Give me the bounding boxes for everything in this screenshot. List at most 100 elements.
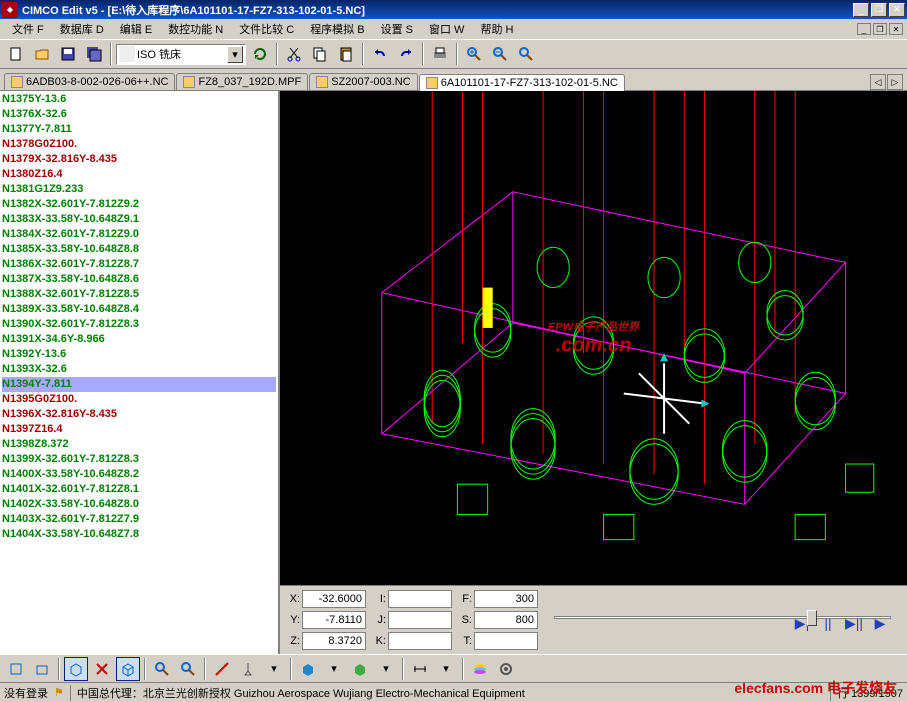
y-value[interactable] <box>302 611 366 629</box>
redo-button[interactable] <box>394 42 418 66</box>
t-value[interactable] <box>474 632 538 650</box>
view-wire-icon[interactable] <box>116 657 140 681</box>
code-line[interactable]: N1385X-33.58Y-10.648Z8.8 <box>2 242 276 257</box>
status-bar: 没有登录 ⚑ 中国总代理：北京兰光创新授权 Guizhou Aerospace … <box>0 682 907 702</box>
menu-database[interactable]: 数据库 D <box>52 19 112 39</box>
code-line[interactable]: N1379X-32.816Y-8.435 <box>2 152 276 167</box>
mdi-restore[interactable]: ❐ <box>873 23 887 35</box>
close-button[interactable]: ✕ <box>889 3 905 17</box>
z-value[interactable] <box>302 632 366 650</box>
simulation-pane: EPW电子产品世界 .com.cn X: Y: Z: I: J: K: F: S… <box>280 91 907 654</box>
menu-setup[interactable]: 设置 S <box>373 19 421 39</box>
measure-icon[interactable] <box>210 657 234 681</box>
s-value[interactable] <box>474 611 538 629</box>
code-line[interactable]: N1395G0Z100. <box>2 392 276 407</box>
mdi-close[interactable]: ✕ <box>889 23 903 35</box>
3d-viewport[interactable]: EPW电子产品世界 .com.cn <box>280 91 907 585</box>
code-line[interactable]: N1386X-32.601Y-7.812Z8.7 <box>2 257 276 272</box>
code-line[interactable]: N1387X-33.58Y-10.648Z8.6 <box>2 272 276 287</box>
menu-compare[interactable]: 文件比较 C <box>231 19 302 39</box>
menu-window[interactable]: 窗口 W <box>421 19 472 39</box>
j-value[interactable] <box>388 611 452 629</box>
f-value[interactable] <box>474 590 538 608</box>
zoom-in2-icon[interactable] <box>150 657 174 681</box>
refresh-button[interactable] <box>248 42 272 66</box>
code-line[interactable]: N1375Y-13.6 <box>2 92 276 107</box>
code-line[interactable]: N1377Y-7.811 <box>2 122 276 137</box>
code-line[interactable]: N1397Z16.4 <box>2 422 276 437</box>
i-value[interactable] <box>388 590 452 608</box>
file-tab-2[interactable]: SZ2007-003.NC <box>309 73 418 90</box>
menu-edit[interactable]: 编辑 E <box>112 19 160 39</box>
code-line[interactable]: N1384X-32.601Y-7.812Z9.0 <box>2 227 276 242</box>
tool-arrow-icon[interactable]: ▾ <box>262 657 286 681</box>
code-line[interactable]: N1396X-32.816Y-8.435 <box>2 407 276 422</box>
mdi-minimize[interactable]: _ <box>857 23 871 35</box>
chevron-down-icon[interactable]: ▾ <box>227 46 243 63</box>
open-button[interactable] <box>30 42 54 66</box>
code-line[interactable]: N1401X-32.601Y-7.812Z8.1 <box>2 482 276 497</box>
x-value[interactable] <box>302 590 366 608</box>
code-line[interactable]: N1382X-32.601Y-7.812Z9.2 <box>2 197 276 212</box>
undo-button[interactable] <box>368 42 392 66</box>
file-tab-3[interactable]: 6A101101-17-FZ7-313-102-01-5.NC <box>419 74 625 91</box>
code-line[interactable]: N1381G1Z9.233 <box>2 182 276 197</box>
tab-prev[interactable]: ◁ <box>870 74 886 90</box>
new-button[interactable] <box>4 42 28 66</box>
code-line[interactable]: N1378G0Z100. <box>2 137 276 152</box>
code-line[interactable]: N1399X-32.601Y-7.812Z8.3 <box>2 452 276 467</box>
view-top-icon[interactable] <box>4 657 28 681</box>
box-icon[interactable] <box>348 657 372 681</box>
code-line[interactable]: N1398Z8.372 <box>2 437 276 452</box>
code-line[interactable]: N1404X-33.58Y-10.648Z7.8 <box>2 527 276 542</box>
tool-icon[interactable] <box>236 657 260 681</box>
code-line[interactable]: N1390X-32.601Y-7.812Z8.3 <box>2 317 276 332</box>
code-line[interactable]: N1394Y-7.811 <box>2 377 276 392</box>
tab-next[interactable]: ▷ <box>887 74 903 90</box>
nc-code-editor[interactable]: N1375Y-13.6N1376X-32.6N1377Y-7.811N1378G… <box>0 91 278 654</box>
code-line[interactable]: N1400X-33.58Y-10.648Z8.2 <box>2 467 276 482</box>
cut-button[interactable] <box>282 42 306 66</box>
file-icon <box>316 76 328 88</box>
zoom-fit-icon[interactable] <box>514 42 538 66</box>
zoom-in-icon[interactable] <box>462 42 486 66</box>
code-line[interactable]: N1402X-33.58Y-10.648Z8.0 <box>2 497 276 512</box>
k-value[interactable] <box>388 632 452 650</box>
code-line[interactable]: N1389X-33.58Y-10.648Z8.4 <box>2 302 276 317</box>
file-tab-0[interactable]: 6ADB03-8-002-026-06++.NC <box>4 73 175 90</box>
zoom-out-icon[interactable] <box>488 42 512 66</box>
dim-arrow-icon[interactable]: ▾ <box>434 657 458 681</box>
layers-icon[interactable] <box>468 657 492 681</box>
code-line[interactable]: N1391X-34.6Y-8.966 <box>2 332 276 347</box>
paste-button[interactable] <box>334 42 358 66</box>
code-line[interactable]: N1388X-32.601Y-7.812Z8.5 <box>2 287 276 302</box>
code-line[interactable]: N1403X-32.601Y-7.812Z7.9 <box>2 512 276 527</box>
minimize-button[interactable]: _ <box>853 3 869 17</box>
file-tab-1[interactable]: FZ8_037_192D.MPF <box>176 73 308 90</box>
view-delete-icon[interactable] <box>90 657 114 681</box>
solid-arrow-icon[interactable]: ▾ <box>322 657 346 681</box>
saveall-button[interactable] <box>82 42 106 66</box>
view-iso-icon[interactable] <box>64 657 88 681</box>
code-line[interactable]: N1383X-33.58Y-10.648Z9.1 <box>2 212 276 227</box>
solid-icon[interactable] <box>296 657 320 681</box>
menu-help[interactable]: 帮助 H <box>472 19 521 39</box>
dim-icon[interactable] <box>408 657 432 681</box>
tab-label: SZ2007-003.NC <box>331 76 411 88</box>
code-line[interactable]: N1380Z16.4 <box>2 167 276 182</box>
maximize-button[interactable]: ❐ <box>871 3 887 17</box>
code-line[interactable]: N1393X-32.6 <box>2 362 276 377</box>
code-line[interactable]: N1392Y-13.6 <box>2 347 276 362</box>
code-line[interactable]: N1376X-32.6 <box>2 107 276 122</box>
machine-combo[interactable]: ISO 铣床 ▾ <box>116 44 246 65</box>
print-button[interactable] <box>428 42 452 66</box>
zoom-out2-icon[interactable] <box>176 657 200 681</box>
menu-nc[interactable]: 数控功能 N <box>160 19 231 39</box>
save-button[interactable] <box>56 42 80 66</box>
menu-simulate[interactable]: 程序模拟 B <box>302 19 372 39</box>
copy-button[interactable] <box>308 42 332 66</box>
view-front-icon[interactable] <box>30 657 54 681</box>
menu-file[interactable]: 文件 F <box>4 19 52 39</box>
gear-icon[interactable] <box>494 657 518 681</box>
box-arrow-icon[interactable]: ▾ <box>374 657 398 681</box>
